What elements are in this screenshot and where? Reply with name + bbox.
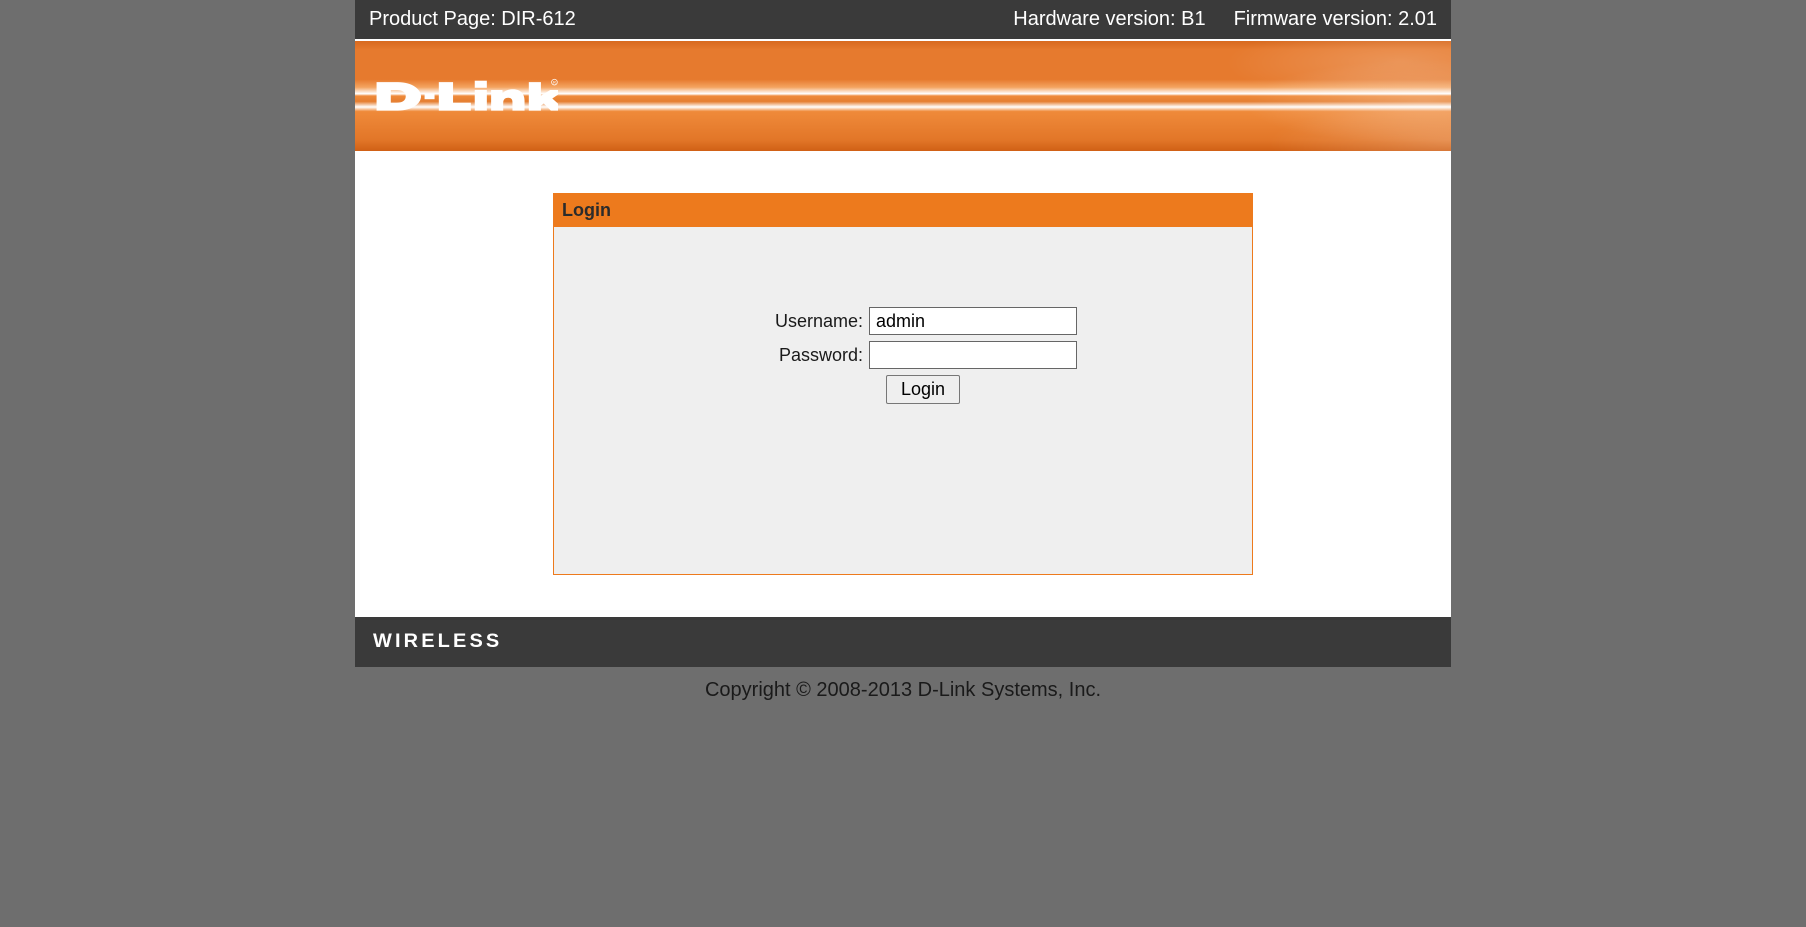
password-input[interactable] — [869, 341, 1077, 369]
wireless-label: WIRELESS — [373, 631, 502, 653]
copyright-text: Copyright © 2008-2013 D-Link Systems, In… — [0, 667, 1806, 714]
username-input[interactable] — [869, 307, 1077, 335]
password-label: Password: — [729, 345, 869, 366]
dlink-logo: R — [373, 75, 558, 118]
login-button[interactable]: Login — [886, 375, 960, 404]
brand-banner: R — [355, 41, 1451, 151]
login-panel-title: Login — [554, 194, 1252, 227]
hardware-version-label: Hardware version: B1 — [1013, 8, 1205, 31]
content-area: Login Username: Password: Login — [355, 151, 1451, 617]
firmware-version-label: Firmware version: 2.01 — [1234, 8, 1437, 31]
footer-bar: WIRELESS — [355, 617, 1451, 667]
username-label: Username: — [729, 311, 869, 332]
svg-text:R: R — [553, 79, 556, 84]
product-page-label: Product Page: DIR-612 — [369, 8, 576, 31]
login-panel: Login Username: Password: Login — [553, 193, 1253, 575]
top-bar: Product Page: DIR-612 Hardware version: … — [355, 0, 1451, 39]
